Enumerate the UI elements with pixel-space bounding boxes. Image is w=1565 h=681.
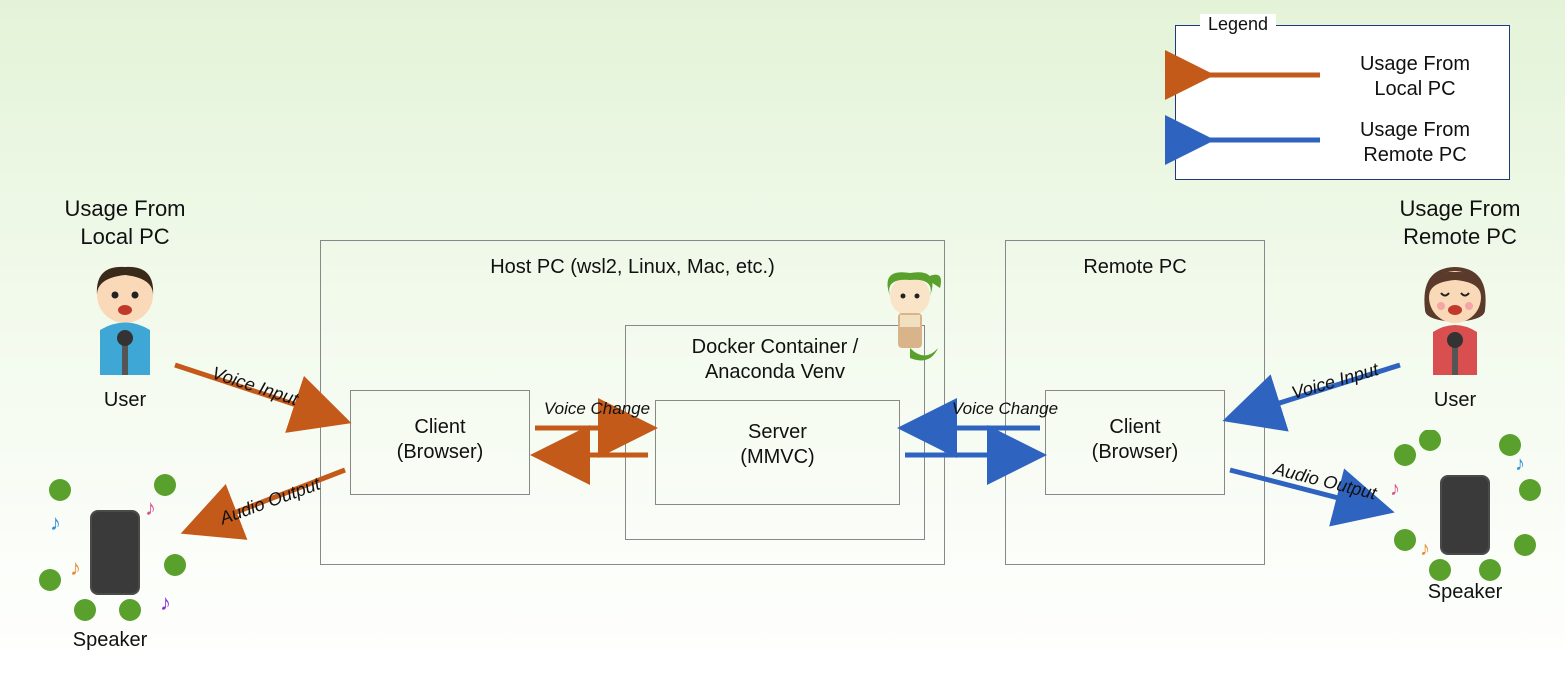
svg-text:♪: ♪: [1420, 538, 1430, 560]
right-user-label: User: [1410, 388, 1500, 413]
right-audio-output-label: Audio Output: [1250, 452, 1401, 510]
speaker-cluster-right-icon: ♪ ♪ ♪: [1380, 430, 1545, 595]
left-heading: Usage From Local PC: [35, 195, 215, 250]
legend-local-label: Usage From Local PC: [1330, 52, 1500, 102]
user-girl-icon: [1405, 260, 1505, 385]
user-boy-icon: [75, 260, 175, 385]
server-label: Server (MMVC): [655, 420, 900, 470]
remote-client-label: Client (Browser): [1045, 415, 1225, 465]
host-pc-title: Host PC (wsl2, Linux, Mac, etc.): [320, 255, 945, 280]
remote-voice-change-label: Voice Change: [940, 398, 1070, 419]
svg-text:♪: ♪: [160, 590, 171, 615]
svg-text:♪: ♪: [50, 510, 61, 535]
svg-text:♪: ♪: [70, 555, 81, 580]
left-user-label: User: [80, 388, 170, 413]
legend-remote-label: Usage From Remote PC: [1330, 118, 1500, 168]
host-voice-change-label: Voice Change: [532, 398, 662, 419]
left-speaker-label: Speaker: [60, 628, 160, 653]
legend-title: Legend: [1200, 14, 1276, 35]
remote-pc-title: Remote PC: [1005, 255, 1265, 280]
mascot-icon: [870, 268, 950, 368]
svg-text:♪: ♪: [145, 495, 156, 520]
speaker-cluster-left-icon: ♪ ♪ ♪ ♪: [30, 460, 195, 625]
svg-text:♪: ♪: [1515, 453, 1525, 475]
right-heading: Usage From Remote PC: [1370, 195, 1550, 250]
right-voice-input-label: Voice Input: [1265, 351, 1406, 411]
host-client-label: Client (Browser): [350, 415, 530, 465]
left-voice-input-label: Voice Input: [185, 354, 325, 419]
right-speaker-label: Speaker: [1415, 580, 1515, 605]
